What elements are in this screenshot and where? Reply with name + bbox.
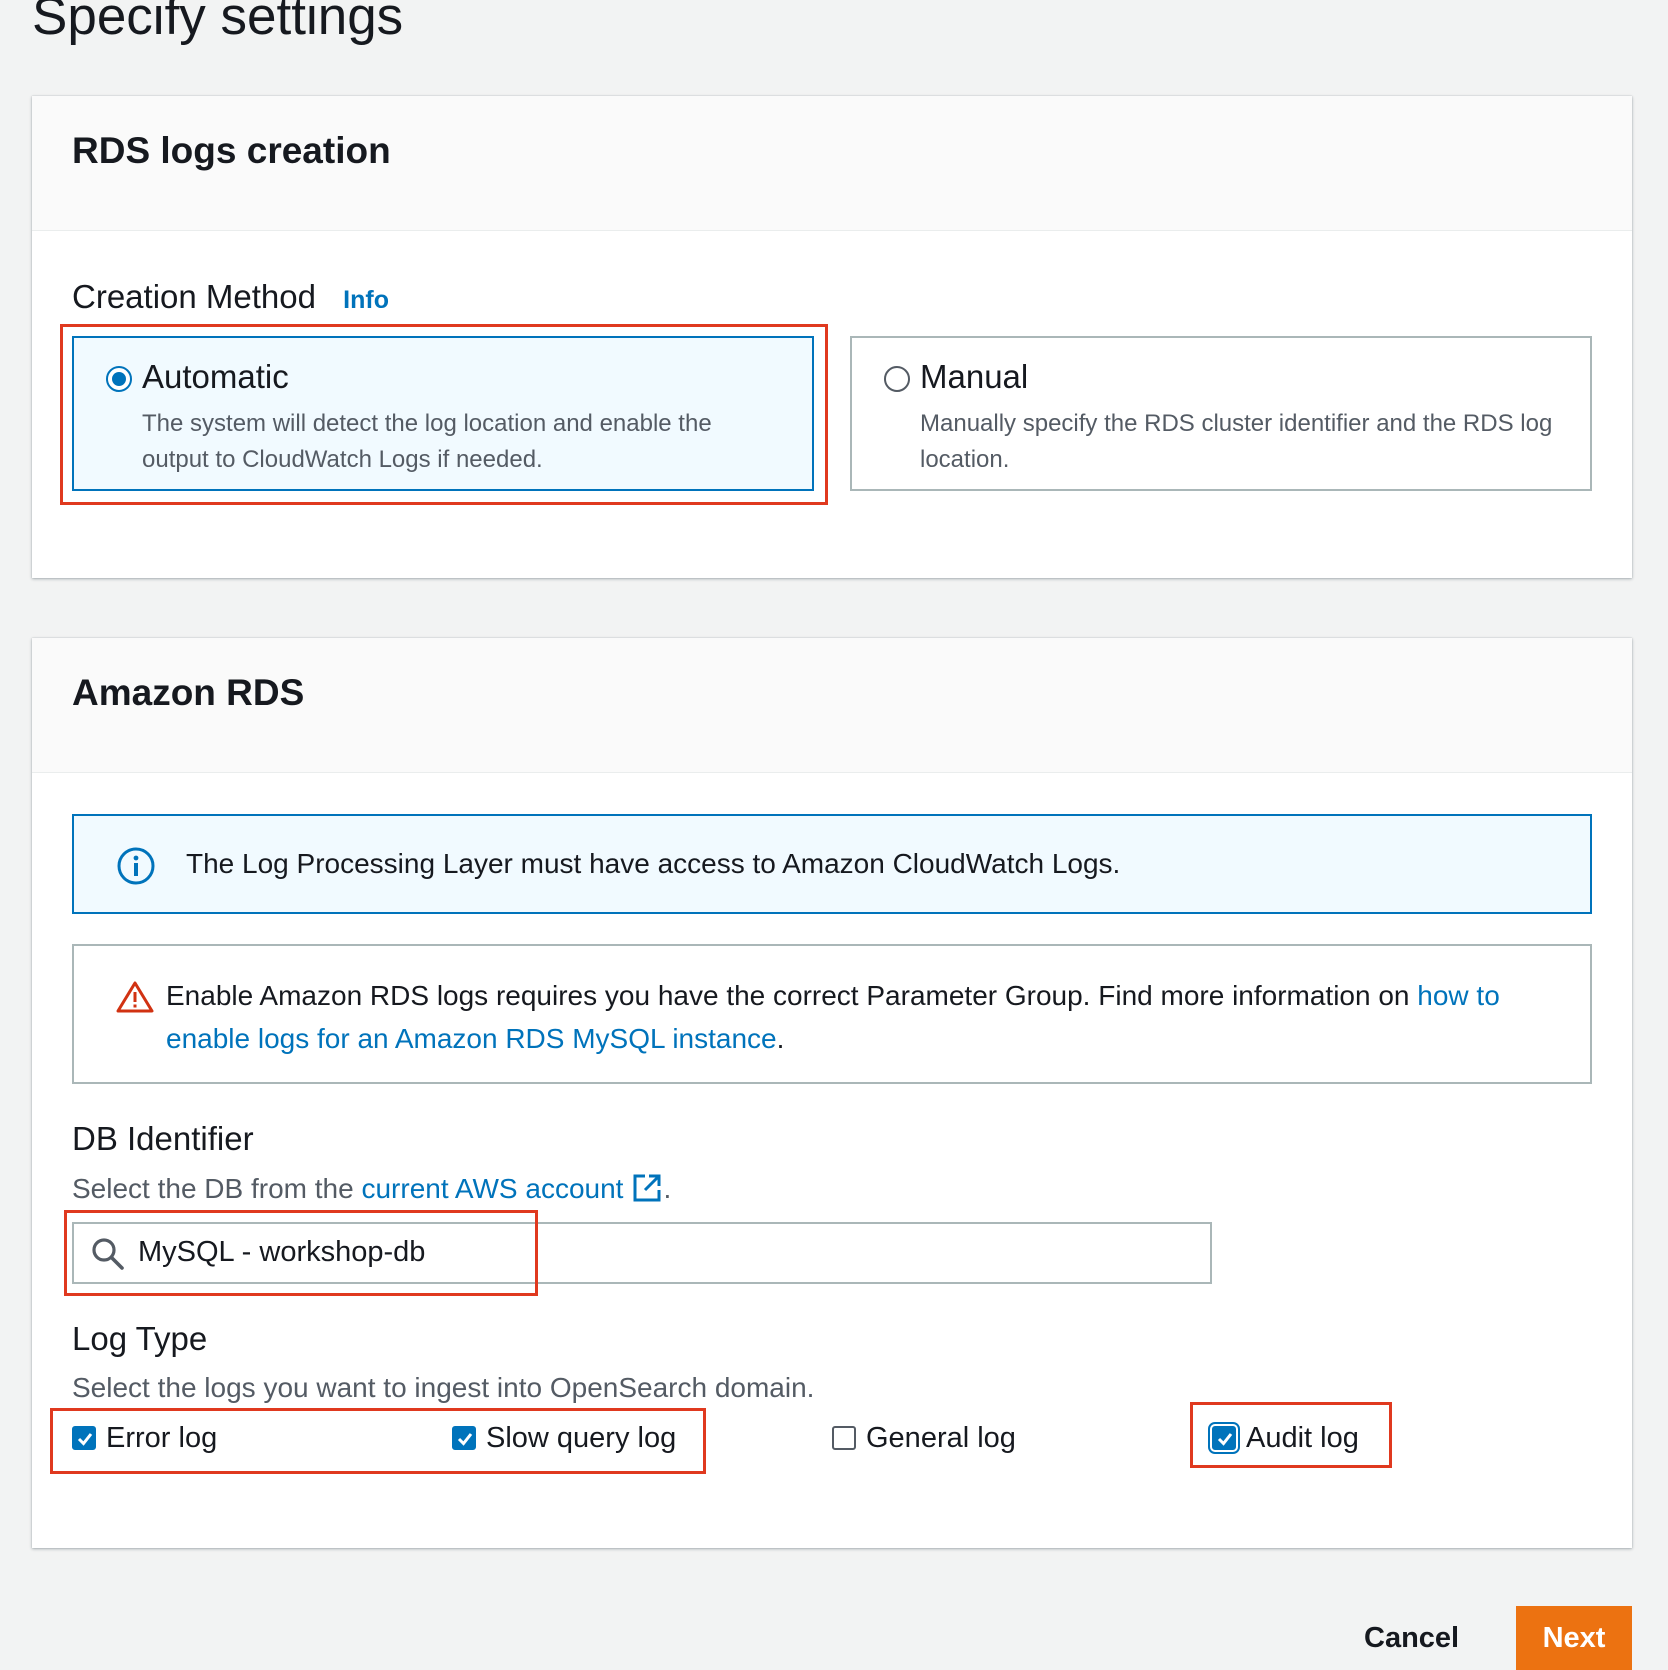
panel-title: RDS logs creation <box>72 130 391 171</box>
warning-triangle-icon <box>116 980 154 1019</box>
error-log-label: Error log <box>106 1422 218 1454</box>
checkbox-box[interactable] <box>72 1426 96 1450</box>
info-alert: The Log Processing Layer must have acces… <box>72 814 1592 914</box>
info-alert-text: The Log Processing Layer must have acces… <box>186 848 1121 879</box>
creation-method-manual-tile[interactable]: Manual Manually specify the RDS cluster … <box>850 336 1592 491</box>
panel-title: Amazon RDS <box>72 672 305 713</box>
automatic-label: Automatic <box>142 358 289 395</box>
slow-query-log-label: Slow query log <box>486 1422 677 1454</box>
page-title: Specify settings <box>32 0 404 46</box>
log-type-description: Select the logs you want to ingest into … <box>72 1372 815 1403</box>
current-aws-account-link[interactable]: current AWS account <box>361 1173 623 1204</box>
log-type-label: Log Type <box>72 1320 208 1357</box>
db-identifier-search-input[interactable]: MySQL - workshop-db <box>72 1222 1212 1284</box>
cancel-button[interactable]: Cancel <box>1364 1622 1459 1655</box>
creation-method-label: Creation Method <box>72 278 316 315</box>
info-link[interactable]: Info <box>343 286 389 314</box>
warning-alert: Enable Amazon RDS logs requires you have… <box>72 944 1592 1084</box>
db-desc-prefix: Select the DB from the <box>72 1173 362 1204</box>
general-log-label: General log <box>866 1422 1016 1454</box>
db-identifier-label: DB Identifier <box>72 1120 254 1157</box>
checkbox-box[interactable] <box>452 1426 476 1450</box>
next-button[interactable]: Next <box>1516 1606 1632 1670</box>
external-link-icon[interactable] <box>631 1172 663 1211</box>
creation-method-label-row: Creation Method Info <box>72 278 389 316</box>
warning-alert-text: Enable Amazon RDS logs requires you have… <box>166 974 1566 1060</box>
info-circle-icon <box>116 846 156 891</box>
audit-log-label: Audit log <box>1246 1422 1359 1454</box>
manual-description: Manually specify the RDS cluster identif… <box>920 410 1553 473</box>
checkbox-box[interactable] <box>832 1426 856 1450</box>
amazon-rds-panel: Amazon RDS <box>32 638 1632 1548</box>
search-icon <box>90 1236 126 1277</box>
manual-radio[interactable] <box>884 366 910 392</box>
automatic-radio[interactable] <box>106 366 132 392</box>
db-identifier-description: Select the DB from the current AWS accou… <box>72 1172 671 1211</box>
automatic-description: The system will detect the log location … <box>142 410 712 473</box>
creation-method-automatic-tile[interactable]: Automatic The system will detect the log… <box>72 336 814 491</box>
manual-label: Manual <box>920 358 1029 395</box>
panel-header: Amazon RDS <box>32 638 1632 773</box>
db-desc-suffix: . <box>663 1173 672 1204</box>
warning-suffix: . <box>776 1023 785 1054</box>
db-identifier-value: MySQL - workshop-db <box>138 1236 426 1268</box>
panel-header: RDS logs creation <box>32 96 1632 231</box>
checkbox-box[interactable] <box>1208 1422 1240 1454</box>
warning-text: Enable Amazon RDS logs requires you have… <box>166 980 1418 1011</box>
